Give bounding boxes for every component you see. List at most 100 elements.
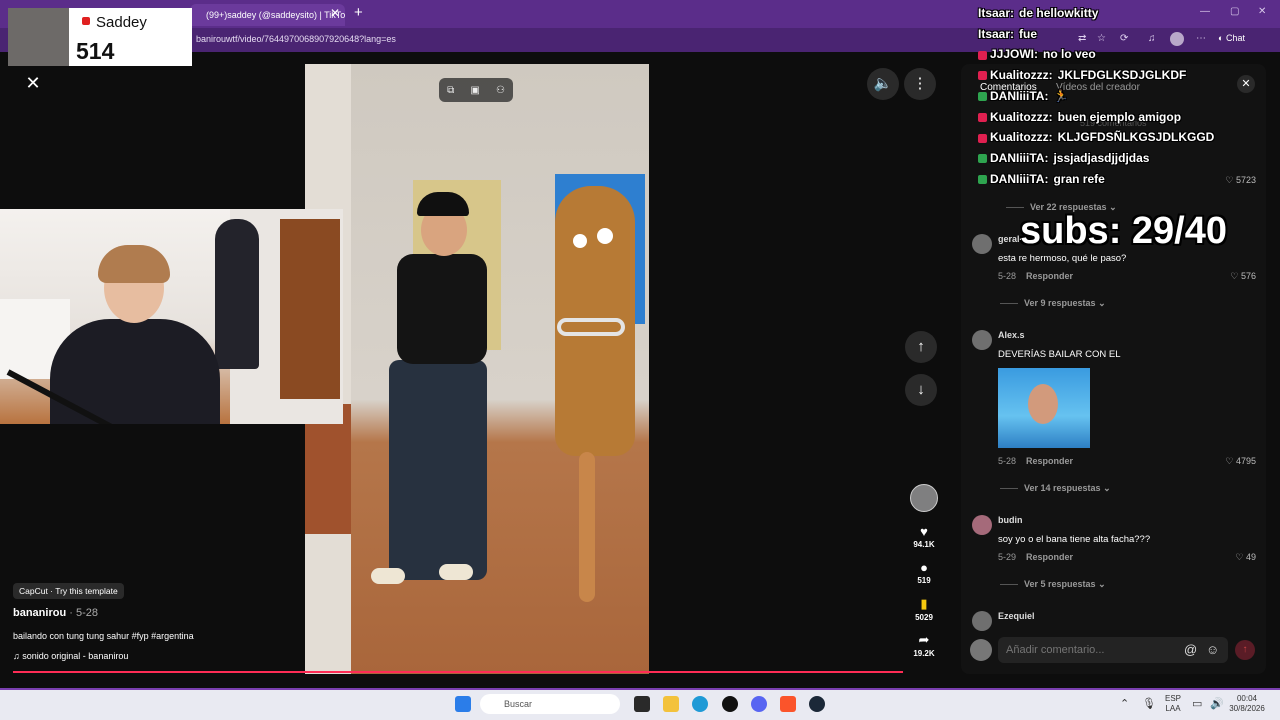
- discord-icon[interactable]: [751, 696, 767, 712]
- captions-icon[interactable]: ⚇: [496, 85, 505, 96]
- comment-button[interactable]: ● 519: [904, 560, 944, 585]
- video-statue: [573, 234, 587, 248]
- cam-door: [280, 219, 340, 399]
- volume-tray-icon[interactable]: 🔊: [1210, 697, 1224, 710]
- profile-avatar[interactable]: [1170, 32, 1184, 46]
- view-replies[interactable]: Ver 9 respuestas ⌄: [1000, 298, 1106, 309]
- webcam-overlay: [0, 209, 343, 424]
- chat-text: JKLFDGLKSDJGLKDF: [1057, 68, 1187, 83]
- miniplayer-icon[interactable]: ▣: [470, 85, 479, 96]
- more-options-icon[interactable]: ⋮: [904, 68, 936, 100]
- progress-bar[interactable]: [13, 671, 903, 673]
- steam-icon[interactable]: [809, 696, 825, 712]
- like-count: 94.1K: [913, 540, 935, 549]
- more-menu-icon[interactable]: ⋯: [1196, 33, 1206, 44]
- comment-like-count: 4795: [1235, 456, 1256, 466]
- mention-icon[interactable]: @: [1184, 642, 1197, 657]
- chat-badge-icon: [978, 50, 987, 60]
- chat-badge-icon: [978, 133, 987, 143]
- tiktok-icon[interactable]: [722, 696, 738, 712]
- comment-like[interactable]: ♡ 576: [1216, 271, 1256, 282]
- reply-button[interactable]: Responder: [1026, 271, 1073, 281]
- video-date: · 5-28: [66, 607, 98, 619]
- maximize-icon[interactable]: ▢: [1230, 6, 1239, 17]
- chat-username: Kualitozzz:: [990, 109, 1053, 124]
- close-video-icon[interactable]: ✕: [22, 72, 44, 94]
- comment-avatar[interactable]: [972, 234, 992, 254]
- windows-start-icon[interactable]: [455, 696, 471, 712]
- chat-text: buen ejemplo amigop: [1057, 109, 1182, 124]
- chat-button[interactable]: ◐ Chat: [1218, 33, 1245, 43]
- url-text[interactable]: banirouwtf/video/7644970068907920648?lan…: [196, 34, 396, 44]
- capcut-badge[interactable]: CapCut · Try this template: [13, 583, 124, 599]
- tab-close-icon[interactable]: ✕: [330, 6, 340, 20]
- brave-icon[interactable]: [780, 696, 796, 712]
- comment-author[interactable]: Ezequiel: [998, 611, 1035, 621]
- comment-date: 5-28: [998, 271, 1017, 281]
- streamer: [98, 245, 170, 283]
- channel-name: Saddey: [96, 14, 147, 31]
- chat-message: Kualitozzz: KLJGFDSÑLKGSJDLKGGD: [978, 130, 1214, 144]
- view-replies[interactable]: Ver 5 respuestas ⌄: [1000, 579, 1106, 590]
- chat-message: Kualitozzz: buen ejemplo amigop: [978, 110, 1181, 124]
- extensions-icon[interactable]: ⟳: [1120, 33, 1128, 44]
- file-explorer-icon[interactable]: [663, 696, 679, 712]
- chat-username: DANIiiiTA:: [990, 88, 1049, 103]
- video-author[interactable]: bananirou · 5-28: [13, 607, 98, 619]
- comment-text: DEVERÍAS BAILAR CON EL: [998, 349, 1121, 360]
- language-code: ESP: [1164, 694, 1181, 703]
- like-button[interactable]: ♥ 94.1K: [904, 524, 944, 549]
- edge-icon[interactable]: [692, 696, 708, 712]
- minimize-icon[interactable]: —: [1200, 6, 1210, 17]
- window-close-icon[interactable]: ✕: [1258, 6, 1266, 17]
- comment-input[interactable]: [998, 637, 1178, 663]
- subscriber-count: 514: [76, 38, 115, 64]
- mic-icon[interactable]: 🎙: [1142, 697, 1156, 710]
- pip-icon[interactable]: ⧉: [447, 85, 454, 96]
- view-replies[interactable]: Ver 14 respuestas ⌄: [1000, 483, 1111, 494]
- browser-tab[interactable]: (99+)saddey (@saddeysito) | TikTo: [190, 4, 345, 26]
- reply-button[interactable]: Responder: [1026, 552, 1073, 562]
- send-comment-button[interactable]: ↑: [1235, 640, 1255, 660]
- comment-author[interactable]: Alex.s: [998, 330, 1025, 340]
- media-icon[interactable]: ♫: [1148, 33, 1156, 44]
- prev-video-icon[interactable]: ↑: [905, 331, 937, 363]
- comment-like[interactable]: ♡ 4795: [1216, 456, 1256, 467]
- translate-icon[interactable]: ⇄: [1078, 33, 1086, 44]
- language-indicator[interactable]: ESP LAA: [1162, 694, 1184, 714]
- chat-message: Kualitozzz: JKLFDGLKSDJGLKDF: [978, 68, 1186, 82]
- chat-username: Kualitozzz:: [990, 68, 1053, 83]
- terminal-icon[interactable]: [634, 696, 650, 712]
- tray-chevron-icon[interactable]: ⌃: [1120, 697, 1129, 710]
- comment-like[interactable]: ♡ 49: [1216, 552, 1256, 563]
- emoji-icon[interactable]: ☺: [1206, 642, 1219, 657]
- clock[interactable]: 00:04 30/8/2026: [1226, 694, 1268, 714]
- tab-creator-videos[interactable]: Vídeos del creador: [1056, 82, 1140, 93]
- next-video-icon[interactable]: ↓: [905, 374, 937, 406]
- chat-message: DANIiiiTA: jssjadjasdjjdjdas: [978, 151, 1149, 165]
- comment-author[interactable]: budin: [998, 515, 1023, 525]
- volume-icon[interactable]: 🔈: [867, 68, 899, 100]
- chat-badge-icon: [978, 92, 987, 102]
- display-icon[interactable]: ▭: [1192, 697, 1202, 710]
- video-player[interactable]: [305, 64, 649, 674]
- comment-avatar[interactable]: [972, 515, 992, 535]
- video-sound[interactable]: ♫ sonido original - bananirou: [13, 651, 128, 661]
- bookmark-star-icon[interactable]: ☆: [1097, 33, 1106, 44]
- comment-avatar[interactable]: [972, 330, 992, 350]
- comment-like[interactable]: ♡ 5723: [1216, 175, 1256, 186]
- panel-close-icon[interactable]: ✕: [1237, 75, 1255, 93]
- chat-message: JJJOWI: no lo veo: [978, 47, 1096, 61]
- new-tab-icon[interactable]: +: [354, 4, 363, 21]
- chat-username: JJJOWI:: [990, 47, 1039, 62]
- comment-text: soy yo o el bana tiene alta facha???: [998, 534, 1151, 545]
- save-button[interactable]: ▮ 5029: [904, 596, 944, 622]
- sound-label: sonido original - bananirou: [22, 651, 129, 661]
- creator-avatar[interactable]: [910, 484, 938, 512]
- share-button[interactable]: ➦ 19.2K: [904, 632, 944, 658]
- comment-avatar[interactable]: [972, 611, 992, 631]
- reply-button[interactable]: Responder: [1026, 456, 1073, 466]
- save-count: 5029: [915, 613, 933, 622]
- taskbar-search[interactable]: Buscar: [480, 694, 620, 714]
- channel-avatar: [8, 8, 69, 66]
